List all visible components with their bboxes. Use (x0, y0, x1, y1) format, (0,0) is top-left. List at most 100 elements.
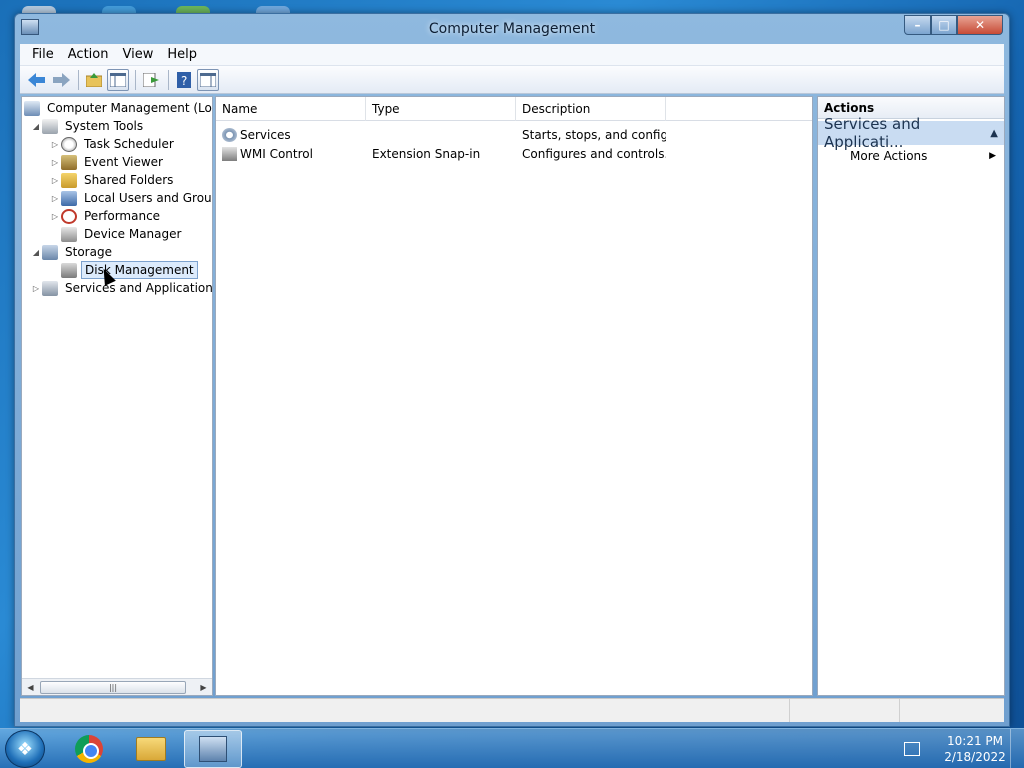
users-icon (61, 190, 77, 206)
export-list-icon (143, 72, 159, 87)
tree-item-services-applications[interactable]: ▷ Services and Applications (30, 279, 213, 297)
up-one-level-button[interactable] (83, 69, 105, 91)
minimize-button[interactable]: – (904, 15, 931, 35)
tree-item-task-scheduler[interactable]: ▷ Task Scheduler (49, 135, 177, 153)
menu-bar: File Action View Help (20, 44, 1004, 66)
show-desktop-button[interactable] (1010, 729, 1024, 768)
maximize-button[interactable]: □ (931, 15, 957, 35)
status-segment (20, 699, 790, 722)
title-bar[interactable]: Computer Management – □ ✕ (15, 14, 1009, 44)
taskbar-computer-management[interactable] (184, 730, 242, 768)
cell-description: Starts, stops, and config... (522, 127, 666, 142)
cell-name: Services (216, 127, 366, 142)
tree-item-computer-management[interactable]: Computer Management (Local (24, 99, 213, 117)
computer-management-icon[interactable] (21, 19, 39, 35)
taskbar: ❖ 10:21 PM 2/18/2022 (0, 728, 1024, 768)
actions-section-services-applications[interactable]: Services and Applicati... ▲ (818, 115, 1004, 151)
cell-name-text: Services (240, 127, 291, 142)
tree-item-storage[interactable]: ◢ Storage (30, 243, 115, 261)
expanded-triangle-icon[interactable]: ◢ (30, 248, 42, 257)
toolbar-separator (168, 69, 169, 90)
show-hide-console-tree-button[interactable] (107, 68, 129, 91)
column-header-name[interactable]: Name (216, 97, 366, 121)
clock[interactable]: 10:21 PM 2/18/2022 (940, 733, 1010, 765)
submenu-arrow-icon: ▶ (989, 151, 996, 161)
disk-icon (61, 262, 77, 278)
window-title: Computer Management (428, 21, 596, 37)
scrollbar-thumb[interactable]: ||| (40, 681, 186, 694)
toolbar: ? (20, 66, 1004, 94)
minimize-icon: – (914, 18, 921, 32)
tree-horizontal-scrollbar[interactable]: ◀ ||| ▶ (22, 678, 212, 695)
list-item-services[interactable]: Services Starts, stops, and config... (216, 125, 812, 144)
shared-folder-icon (61, 172, 77, 188)
tree-item-label: Services and Applications (65, 281, 213, 295)
export-list-button[interactable] (140, 69, 162, 91)
maximize-icon: □ (938, 18, 950, 32)
collapsed-triangle-icon[interactable]: ▷ (49, 212, 61, 221)
tree-item-label: Computer Management (Local (47, 101, 213, 115)
show-hide-action-pane-icon (200, 72, 216, 87)
scroll-left-arrow-icon[interactable]: ◀ (22, 683, 39, 692)
column-header-type[interactable]: Type (366, 97, 516, 121)
network-icon[interactable] (904, 742, 920, 756)
taskbar-file-explorer[interactable] (122, 730, 180, 768)
tree-item-event-viewer[interactable]: ▷ Event Viewer (49, 153, 166, 171)
back-button[interactable] (26, 69, 48, 91)
column-headers: Name Type Description (216, 97, 812, 121)
collapsed-triangle-icon[interactable]: ▷ (49, 194, 61, 203)
list-item-wmi-control[interactable]: WMI Control Extension Snap-in Configures… (216, 144, 812, 163)
tree-item-shared-folders[interactable]: ▷ Shared Folders (49, 171, 176, 189)
tree-item-label: Performance (84, 209, 161, 223)
expanded-triangle-icon[interactable]: ◢ (30, 122, 42, 131)
cell-type: Extension Snap-in (372, 146, 481, 161)
forward-arrow-icon (53, 72, 70, 87)
menu-view[interactable]: View (116, 47, 159, 62)
close-icon: ✕ (974, 18, 986, 32)
start-button[interactable]: ❖ (5, 730, 45, 768)
menu-help[interactable]: Help (161, 47, 203, 62)
show-hide-action-pane-button[interactable] (197, 68, 219, 91)
results-pane[interactable]: Name Type Description Services Starts, s… (215, 96, 813, 696)
help-button[interactable]: ? (173, 69, 195, 91)
collapsed-triangle-icon[interactable]: ▷ (49, 158, 61, 167)
cell-name-text: WMI Control (240, 146, 313, 161)
status-bar (20, 698, 1004, 722)
clock-time: 10:21 PM (947, 734, 1003, 748)
menu-file[interactable]: File (26, 47, 60, 62)
collapsed-triangle-icon[interactable]: ▷ (49, 176, 61, 185)
file-explorer-icon (136, 737, 166, 761)
tree-item-label: Local Users and Groups (84, 191, 213, 205)
system-tray: 10:21 PM 2/18/2022 (904, 729, 1024, 768)
console-tree-pane[interactable]: Computer Management (Local ◢ System Tool… (21, 96, 213, 696)
tree-item-device-manager[interactable]: Device Manager (49, 225, 184, 243)
close-button[interactable]: ✕ (957, 15, 1003, 35)
grip-icon: ||| (108, 683, 118, 692)
taskbar-chrome[interactable] (60, 730, 118, 768)
collapsed-triangle-icon[interactable]: ▷ (30, 284, 42, 293)
tree-item-performance[interactable]: ▷ Performance (49, 207, 163, 225)
up-folder-icon (86, 72, 102, 87)
tree-item-system-tools[interactable]: ◢ System Tools (30, 117, 146, 135)
event-viewer-icon (61, 154, 77, 170)
chrome-icon (75, 735, 103, 763)
back-arrow-icon (28, 72, 45, 87)
collapse-up-arrow-icon[interactable]: ▲ (990, 128, 998, 139)
computer-management-window: Computer Management – □ ✕ File Action Vi… (14, 13, 1010, 727)
toolbar-separator (78, 69, 79, 90)
tree-item-local-users-groups[interactable]: ▷ Local Users and Groups (49, 189, 213, 207)
collapsed-triangle-icon[interactable]: ▷ (49, 140, 61, 149)
clock-icon (61, 136, 77, 152)
column-header-description[interactable]: Description (516, 97, 666, 121)
tree-item-label: Storage (65, 245, 112, 259)
scroll-right-arrow-icon[interactable]: ▶ (195, 683, 212, 692)
menu-action[interactable]: Action (62, 47, 115, 62)
storage-icon (42, 244, 58, 260)
performance-icon (61, 208, 77, 224)
tree-item-label: Device Manager (84, 227, 182, 241)
tree-item-disk-management[interactable]: Disk Management (49, 261, 198, 279)
windows-logo-icon: ❖ (16, 738, 34, 760)
forward-button[interactable] (50, 69, 72, 91)
toolbar-separator (135, 69, 136, 90)
services-apps-icon (42, 280, 58, 296)
